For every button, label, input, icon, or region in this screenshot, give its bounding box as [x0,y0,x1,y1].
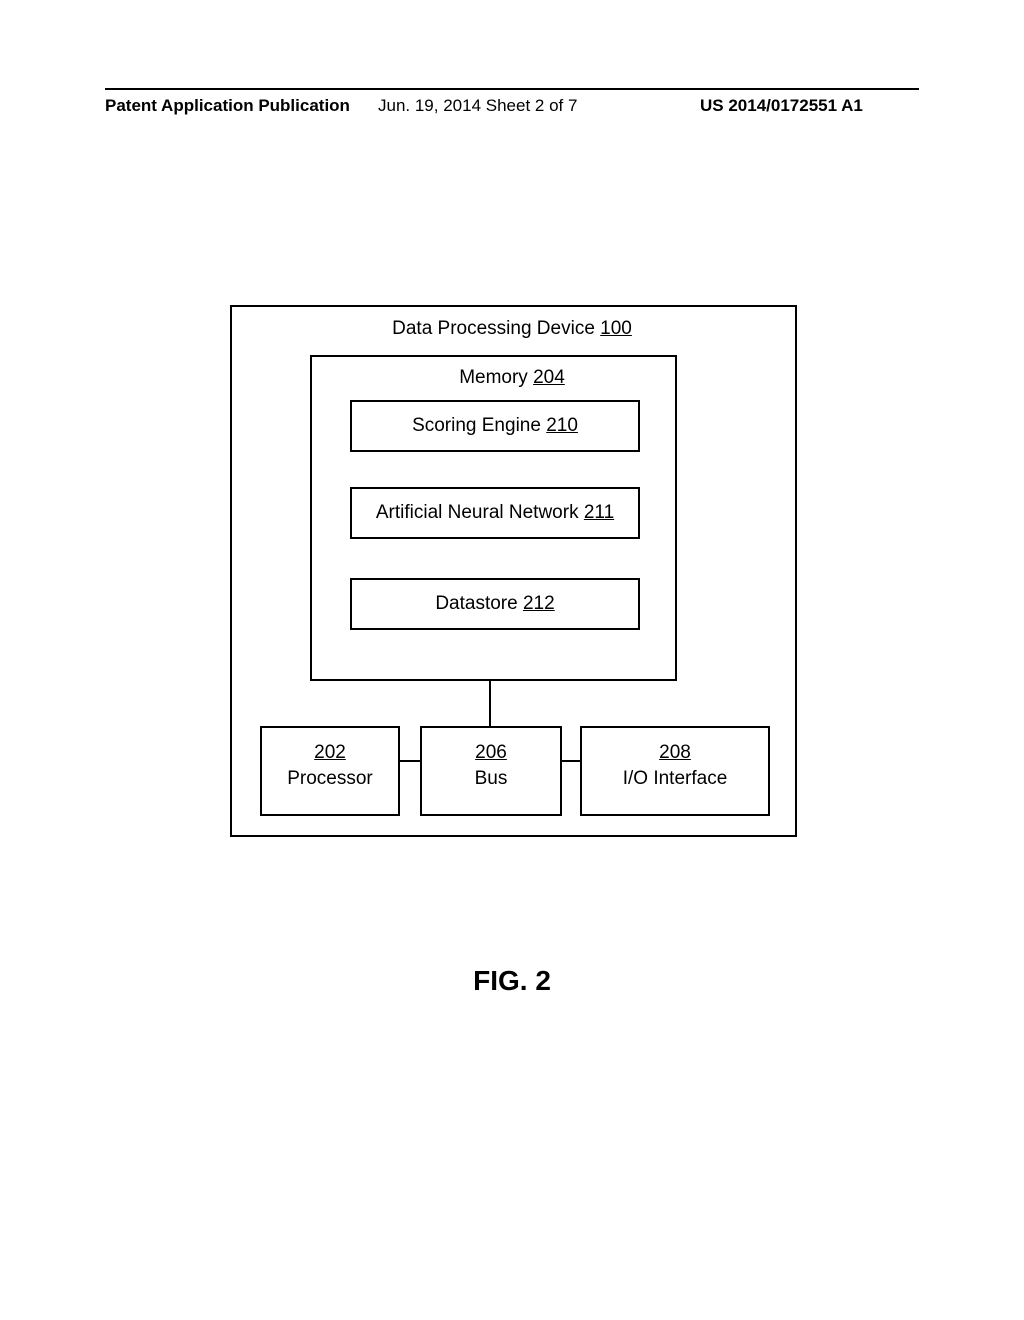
bus-ref: 206 [475,742,507,763]
header-date-sheet: Jun. 19, 2014 Sheet 2 of 7 [378,96,577,116]
ann-ref: 211 [584,502,614,523]
memory-title: Memory 204 [0,367,1024,389]
datastore-label: Datastore [435,593,523,614]
datastore-ref: 212 [523,593,555,614]
header-rule [105,88,919,90]
io-ref: 208 [659,742,691,763]
processor-label: Processor [287,768,373,789]
bus-box: 206 Bus [420,726,562,816]
scoring-ref: 210 [546,415,578,436]
artificial-neural-network-box: Artificial Neural Network 211 [350,487,640,539]
bus-label: Bus [475,768,508,789]
memory-label: Memory [459,367,533,388]
memory-to-bus-connector [489,681,491,727]
device-label: Data Processing Device [392,318,600,339]
processor-to-bus-connector [400,760,420,762]
ann-label: Artificial Neural Network [376,502,584,523]
scoring-label: Scoring Engine [412,415,546,436]
io-interface-box: 208 I/O Interface [580,726,770,816]
header-publication-type: Patent Application Publication [105,96,350,116]
processor-box: 202 Processor [260,726,400,816]
header-publication-number: US 2014/0172551 A1 [700,96,863,116]
datastore-box: Datastore 212 [350,578,640,630]
processor-ref: 202 [314,742,346,763]
device-title: Data Processing Device 100 [0,318,1024,340]
memory-ref: 204 [533,367,565,388]
figure-label: FIG. 2 [0,965,1024,997]
bus-to-io-connector [562,760,580,762]
device-ref: 100 [600,318,632,339]
scoring-engine-box: Scoring Engine 210 [350,400,640,452]
io-label: I/O Interface [623,768,728,789]
